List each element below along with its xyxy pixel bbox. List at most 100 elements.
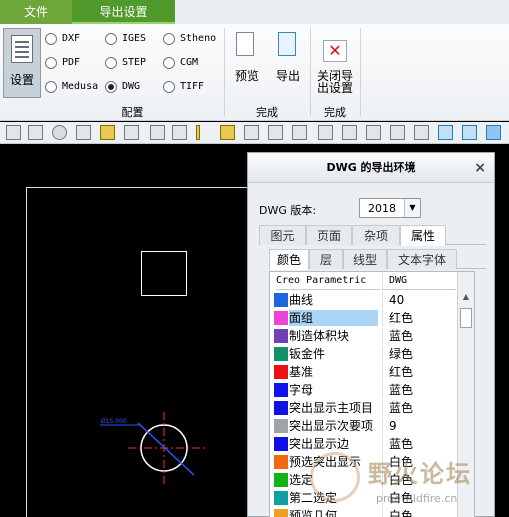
- view-icon[interactable]: [28, 125, 43, 140]
- scroll-thumb[interactable]: [460, 308, 472, 328]
- radio-icon: [45, 81, 57, 93]
- dwg-version-label: DWG 版本:: [259, 204, 317, 217]
- table-row[interactable]: 第二选定 白色: [270, 489, 456, 507]
- table-row[interactable]: 突出显示边 蓝色: [270, 435, 456, 453]
- export-button[interactable]: 导出: [270, 28, 306, 100]
- table-row[interactable]: 突出显示次要项 9: [270, 417, 456, 435]
- close-label: 关闭导 出设置: [314, 70, 356, 94]
- row-value[interactable]: 红色: [382, 310, 456, 326]
- table-row[interactable]: 制造体积块 蓝色: [270, 327, 456, 345]
- table-row[interactable]: 基准 红色: [270, 363, 456, 381]
- radio-icon: [163, 33, 175, 45]
- subtab-layer[interactable]: 层: [309, 249, 343, 269]
- text-icon[interactable]: [124, 125, 139, 140]
- color-swatch: [274, 347, 288, 361]
- row-value[interactable]: 9: [382, 418, 456, 434]
- row-value[interactable]: 蓝色: [382, 400, 456, 416]
- row-value[interactable]: 白色: [382, 472, 456, 488]
- radio-icon: [163, 81, 175, 93]
- folder-icon[interactable]: [100, 125, 115, 140]
- row-name: 曲线: [289, 293, 314, 307]
- save-icon[interactable]: [172, 125, 187, 140]
- group-label-config: 配置: [121, 106, 144, 119]
- radio-icon: [105, 57, 117, 69]
- setup-button[interactable]: 设置: [3, 28, 41, 98]
- dwg-version-select[interactable]: 2018 ▼: [359, 198, 421, 218]
- group-label-finish: 完成: [256, 106, 278, 119]
- view-icon[interactable]: [76, 125, 91, 140]
- curve-icon[interactable]: [244, 125, 259, 140]
- group-label-finish-2: 完成: [324, 106, 346, 119]
- row-value[interactable]: 白色: [382, 490, 456, 506]
- cube-icon[interactable]: [462, 125, 477, 140]
- dimension-text: Ø15.000: [101, 418, 127, 425]
- spline-icon[interactable]: [268, 125, 283, 140]
- subtab-color[interactable]: 颜色: [269, 249, 309, 270]
- tab-export-settings[interactable]: 导出设置: [72, 0, 175, 24]
- close-icon[interactable]: ×: [474, 153, 486, 183]
- table-row[interactable]: 字母 蓝色: [270, 381, 456, 399]
- table-row[interactable]: 曲线 40: [270, 291, 456, 309]
- table-row[interactable]: 突出显示主项目 蓝色: [270, 399, 456, 417]
- row-value[interactable]: 白色: [382, 508, 456, 517]
- close-label-line2: 出设置: [316, 81, 353, 95]
- radio-icon: [45, 33, 57, 45]
- ribbon-tab-bar: 文件 导出设置: [0, 0, 509, 24]
- row-name: 第二选定: [289, 491, 338, 505]
- table-row[interactable]: 预览几何 白色: [270, 507, 456, 517]
- move-icon[interactable]: [318, 125, 333, 140]
- view-icon[interactable]: [6, 125, 21, 140]
- color-mapping-table: Creo Parametric DWG 曲线 40 面组 红色 制造体积块 蓝色 钣金…: [269, 271, 475, 517]
- column-header-dwg: DWG: [382, 272, 456, 290]
- tab-properties[interactable]: 属性: [400, 225, 446, 246]
- tab-misc[interactable]: 杂项: [352, 225, 400, 245]
- chevron-down-icon[interactable]: ▼: [404, 199, 420, 217]
- scroll-up-icon[interactable]: ▲: [458, 290, 474, 304]
- radio-icon: [163, 57, 175, 69]
- color-swatch: [274, 473, 288, 487]
- tab-file[interactable]: 文件: [0, 0, 72, 24]
- row-value[interactable]: 蓝色: [382, 328, 456, 344]
- row-value[interactable]: 蓝色: [382, 436, 456, 452]
- divider: [310, 28, 311, 116]
- layers-icon[interactable]: [366, 125, 381, 140]
- subtab-linetype[interactable]: 线型: [343, 249, 387, 269]
- hand-icon[interactable]: [292, 125, 307, 140]
- table-row[interactable]: 面组 红色: [270, 309, 456, 327]
- tab-entities[interactable]: 图元: [259, 225, 306, 245]
- surface-icon[interactable]: [390, 125, 405, 140]
- color-swatch: [274, 401, 288, 415]
- sphere-icon[interactable]: [52, 125, 67, 140]
- dwg-version-value: 2018: [368, 202, 396, 215]
- divider: [360, 28, 361, 116]
- preview-button[interactable]: 预览: [228, 28, 266, 100]
- row-value[interactable]: 红色: [382, 364, 456, 380]
- settings-document-icon: [11, 35, 33, 63]
- row-value[interactable]: 蓝色: [382, 382, 456, 398]
- row-name: 预选突出显示: [289, 455, 362, 469]
- row-value[interactable]: 白色: [382, 454, 456, 470]
- row-value[interactable]: 40: [382, 292, 456, 308]
- table-row[interactable]: 选定 白色: [270, 471, 456, 489]
- datum-icon[interactable]: [414, 125, 429, 140]
- preview-label: 预览: [234, 69, 259, 83]
- row-value[interactable]: 绿色: [382, 346, 456, 362]
- row-name: 突出显示边: [289, 437, 350, 451]
- column-header-creo: Creo Parametric: [276, 272, 380, 290]
- table-row[interactable]: 钣金件 绿色: [270, 345, 456, 363]
- tab-page[interactable]: 页面: [306, 225, 352, 245]
- ribbon: 设置 DXF IGES Stheno PDF STEP CGM Medusa D…: [0, 24, 509, 121]
- dimension-leader: [137, 422, 195, 476]
- close-export-settings-button[interactable]: ✕ 关闭导 出设置: [314, 28, 356, 100]
- fit-icon[interactable]: [342, 125, 357, 140]
- table-row[interactable]: 预选突出显示 白色: [270, 453, 456, 471]
- table-scrollbar[interactable]: ▲: [457, 272, 474, 517]
- cube-solid-icon[interactable]: [486, 125, 501, 140]
- row-name: 基准: [289, 365, 314, 379]
- parallelogram-icon[interactable]: [220, 125, 235, 140]
- page-icon[interactable]: [150, 125, 165, 140]
- line-icon[interactable]: [196, 125, 200, 140]
- orient-icon[interactable]: [438, 125, 453, 140]
- dialog-title: DWG 的导出环境: [248, 153, 494, 183]
- subtab-text-font[interactable]: 文本字体: [387, 249, 457, 269]
